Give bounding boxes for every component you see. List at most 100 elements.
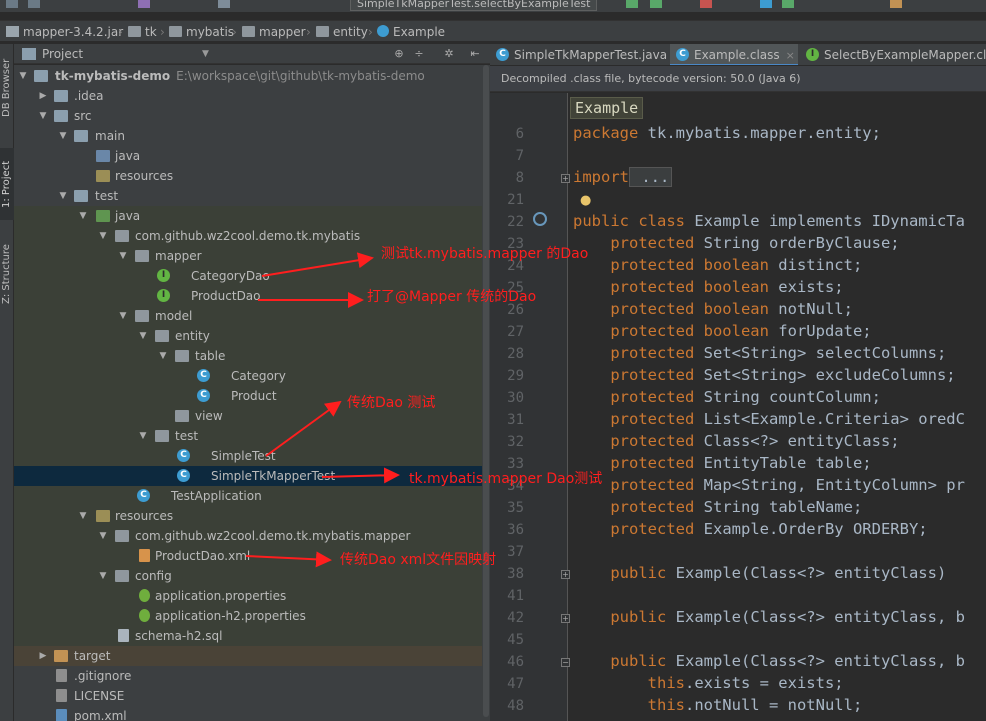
chevron-down-icon[interactable]: ▼ (202, 47, 209, 61)
tab-structure[interactable]: Z: Structure (0, 234, 14, 314)
stop-icon[interactable] (700, 0, 712, 8)
tree-row-category[interactable]: C Category (14, 366, 482, 386)
code-line: protected boolean forUpdate; (573, 322, 871, 340)
find-icon[interactable] (218, 0, 230, 8)
run-config-selector[interactable]: SimpleTkMapperTest.selectByExampleTest (350, 0, 598, 11)
fold-expand-icon[interactable]: + (561, 614, 570, 623)
tree-row-categorydao[interactable]: I CategoryDao (14, 266, 482, 286)
fold-expand-icon[interactable]: + (561, 174, 570, 183)
tree-row-test-pkg[interactable]: ▼ test (14, 426, 482, 446)
crumb-jar[interactable]: mapper-3.4.2.jar (6, 24, 123, 40)
expanded-arrow-icon[interactable]: ▼ (138, 326, 148, 346)
tree-row-test[interactable]: ▼ test (14, 186, 482, 206)
expanded-arrow-icon[interactable]: ▼ (118, 246, 128, 266)
expanded-arrow-icon[interactable]: ▼ (58, 126, 68, 146)
tree-row-idea[interactable]: ▶ .idea (14, 86, 482, 106)
code-editor[interactable]: 6 7 8 +21 22 23 24 25 26 27 28 29 30 31 32 33 34 35 36 37 38… (490, 93, 986, 721)
collapsed-arrow-icon[interactable]: ▶ (38, 646, 48, 666)
source-folder-icon (96, 150, 110, 162)
package-icon (316, 26, 329, 37)
tab-selectbyexamplemapper[interactable]: ISelectByExampleMapper.class (800, 44, 986, 65)
crumb-tk[interactable]: tk (128, 24, 157, 40)
tree-row-simpletest[interactable]: C SimpleTest (14, 446, 482, 466)
code-keyword: protected (573, 388, 695, 406)
expanded-arrow-icon[interactable]: ▼ (98, 566, 108, 586)
tree-row-testapplication[interactable]: C TestApplication (14, 486, 482, 506)
scroll-from-source-icon[interactable]: ⊕ (392, 47, 406, 61)
debug-icon[interactable] (650, 0, 662, 8)
tree-row-gitignore[interactable]: .gitignore (14, 666, 482, 686)
tree-row-license[interactable]: LICENSE (14, 686, 482, 706)
tree-scrollbar[interactable] (482, 65, 490, 721)
tree-label: mapper (155, 249, 202, 263)
editor-tabs: CSimpleTkMapperTest.java× CExample.class… (490, 44, 986, 66)
tree-row-application-properties[interactable]: application.properties (14, 586, 482, 606)
tab-project[interactable]: 1: Project (0, 148, 14, 220)
code-text: .exists = exists; (684, 674, 844, 692)
crumb-entity[interactable]: entity (316, 24, 368, 40)
tab-example-class[interactable]: C Example.class × (670, 44, 798, 65)
line-number: 41 (507, 588, 524, 604)
tree-row-root[interactable]: ▼ tk-mybatis-demo E:\workspace\git\github… (14, 66, 482, 86)
settings-icon[interactable] (890, 0, 902, 8)
run-icon[interactable] (626, 0, 638, 8)
expanded-arrow-icon[interactable]: ▼ (118, 306, 128, 326)
collapse-all-icon[interactable]: ÷ (412, 47, 426, 61)
fold-expand-icon[interactable]: + (561, 570, 570, 579)
line-number: 21 (507, 192, 524, 208)
tree-row-config[interactable]: ▼ config (14, 566, 482, 586)
lightbulb-icon[interactable]: ● (580, 193, 591, 208)
vcs-commit-icon[interactable] (782, 0, 794, 8)
code-line: protected Set<String> excludeColumns; (573, 366, 955, 384)
hide-panel-icon[interactable]: ⇤ (468, 47, 482, 61)
tree-row-pom[interactable]: pom.xml (14, 706, 482, 721)
project-view-label[interactable]: Project (42, 47, 83, 61)
close-icon[interactable]: × (786, 49, 795, 62)
tree-row-test-resources[interactable]: ▼ resources (14, 506, 482, 526)
line-number: 30 (507, 390, 524, 406)
crumb-mybatis[interactable]: mybatis (169, 24, 234, 40)
tree-row-schema-sql[interactable]: schema-h2.sql (14, 626, 482, 646)
tab-simpletkmappertest[interactable]: CSimpleTkMapperTest.java× (490, 44, 682, 65)
tree-row-table[interactable]: ▼ table (14, 346, 482, 366)
expanded-arrow-icon[interactable]: ▼ (98, 226, 108, 246)
expanded-arrow-icon[interactable]: ▼ (98, 526, 108, 546)
cut-icon[interactable] (138, 0, 150, 8)
tab-db-browser[interactable]: DB Browser (0, 48, 14, 128)
expanded-arrow-icon[interactable]: ▼ (78, 506, 88, 526)
navigation-bar: mapper-3.4.2.jar › tk › mybatis › mapper… (0, 20, 986, 42)
scrollbar-thumb[interactable] (483, 65, 489, 717)
tree-label: target (74, 649, 111, 663)
expanded-arrow-icon[interactable]: ▼ (18, 66, 28, 86)
editor-breadcrumb[interactable]: Example (570, 97, 644, 119)
collapsed-arrow-icon[interactable]: ▶ (38, 86, 48, 106)
tree-row-src[interactable]: ▼ src (14, 106, 482, 126)
spring-properties-icon (139, 609, 150, 622)
implements-gutter-icon[interactable] (533, 212, 547, 226)
crumb-example[interactable]: Example (377, 24, 445, 40)
tree-label: main (95, 129, 125, 143)
tree-row-model[interactable]: ▼ model (14, 306, 482, 326)
tree-row-main-java[interactable]: java (14, 146, 482, 166)
expanded-arrow-icon[interactable]: ▼ (138, 426, 148, 446)
fold-collapse-icon[interactable]: − (561, 658, 570, 667)
expanded-arrow-icon[interactable]: ▼ (78, 206, 88, 226)
code-text: distinct; (768, 256, 863, 274)
save-icon[interactable] (28, 0, 40, 8)
vcs-update-icon[interactable] (760, 0, 772, 8)
expanded-arrow-icon[interactable]: ▼ (38, 106, 48, 126)
expanded-arrow-icon[interactable]: ▼ (158, 346, 168, 366)
tree-row-entity[interactable]: ▼ entity (14, 326, 482, 346)
tree-row-target[interactable]: ▶ target (14, 646, 482, 666)
crumb-mapper[interactable]: mapper (242, 24, 306, 40)
tree-row-mapper-resources[interactable]: ▼ com.github.wz2cool.demo.tk.mybatis.map… (14, 526, 482, 546)
tree-row-application-h2-properties[interactable]: application-h2.properties (14, 606, 482, 626)
tree-row-test-java[interactable]: ▼ java (14, 206, 482, 226)
expanded-arrow-icon[interactable]: ▼ (58, 186, 68, 206)
tree-label: CategoryDao (191, 269, 270, 283)
tree-row-main-resources[interactable]: resources (14, 166, 482, 186)
tree-row-package[interactable]: ▼ com.github.wz2cool.demo.tk.mybatis (14, 226, 482, 246)
open-icon[interactable] (6, 0, 18, 8)
tree-row-main[interactable]: ▼ main (14, 126, 482, 146)
gear-icon[interactable]: ✲ (442, 47, 456, 61)
